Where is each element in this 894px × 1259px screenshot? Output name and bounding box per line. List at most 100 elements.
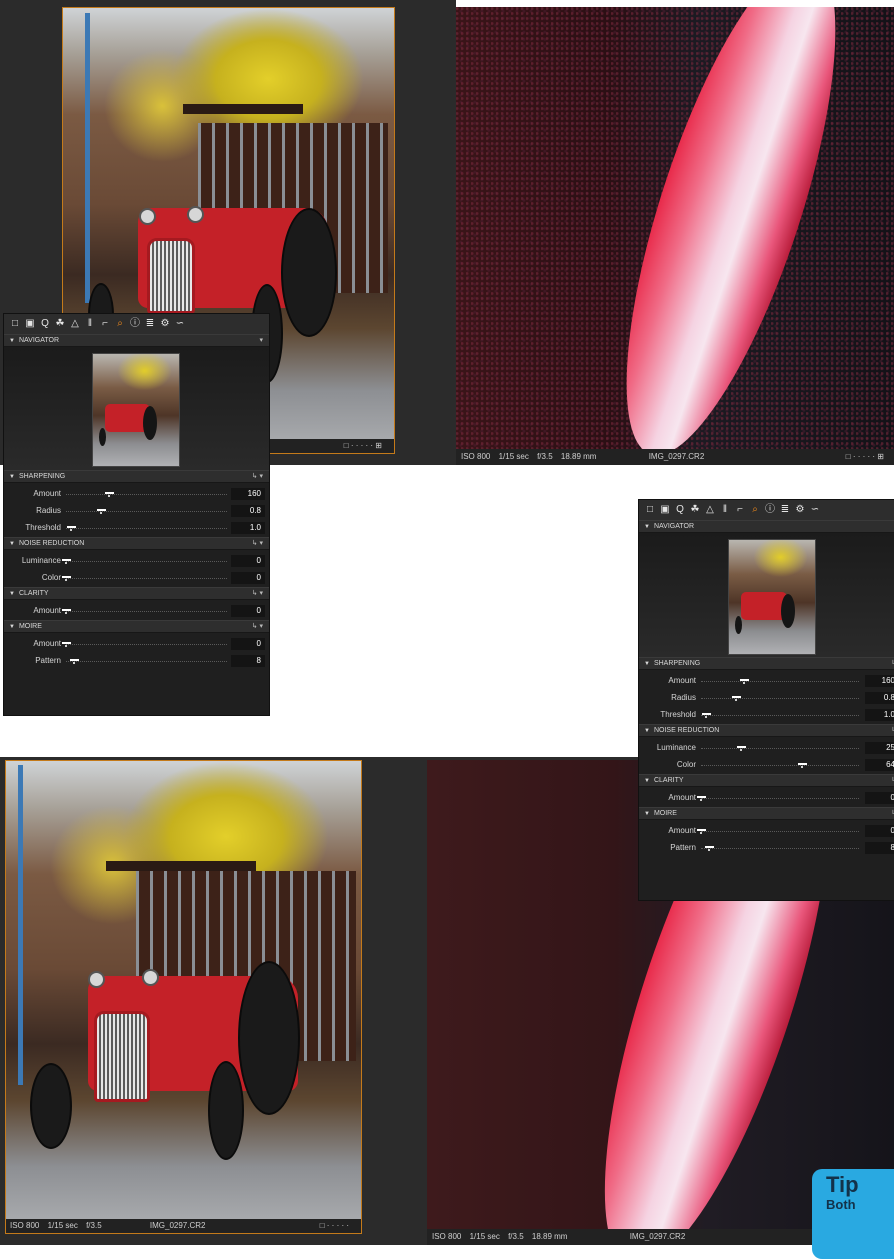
reset-icon[interactable]: ↳ ▾ (252, 471, 263, 482)
clarity-amount-slider[interactable] (697, 796, 859, 801)
slider-knob[interactable] (62, 642, 71, 647)
sharpening-header[interactable]: ▼ SHARPENING ↳ ▾ (4, 470, 269, 483)
search-icon[interactable]: Q (39, 318, 51, 330)
folder-icon[interactable]: □ (644, 504, 656, 516)
slider-knob[interactable] (697, 829, 706, 834)
lens-icon[interactable]: ‖ (84, 318, 96, 330)
zoom-status-dots[interactable]: □ · · · · · ⊞ (846, 449, 884, 465)
moire-amount-slider[interactable] (62, 642, 227, 647)
collapse-triangle-icon[interactable]: ▼ (9, 336, 15, 347)
collapse-triangle-icon[interactable]: ▼ (644, 522, 650, 533)
color-value-field[interactable]: 64 (865, 759, 894, 771)
navigator-thumbnail[interactable] (728, 539, 816, 655)
slider-knob[interactable] (105, 492, 115, 497)
moire-amount-slider[interactable] (697, 829, 859, 834)
moire-pattern-value-field[interactable]: 8 (231, 655, 265, 667)
info-icon[interactable]: ⓘ (129, 318, 141, 330)
collapse-triangle-icon[interactable]: ▼ (9, 472, 15, 483)
moire-amount-value-field[interactable]: 0 (231, 638, 265, 650)
clarity-header[interactable]: ▼CLARITY ↳ (639, 774, 894, 787)
moire-pattern-value-field[interactable]: 8 (865, 842, 894, 854)
metadata-icon[interactable]: ≣ (779, 504, 791, 516)
reset-icon[interactable]: ↳ ▾ (252, 588, 263, 599)
navigator-header[interactable]: ▼ NAVIGATOR (639, 520, 894, 533)
moire-pattern-slider[interactable] (66, 659, 227, 664)
slider-knob[interactable] (731, 696, 741, 701)
settings-icon[interactable]: ⚙ (159, 318, 171, 330)
moire-header[interactable]: ▼ MOIRE ↳ ▾ (4, 620, 269, 633)
clarity-amount-slider[interactable] (62, 609, 227, 614)
dropdown-arrow-icon[interactable]: ▾ (259, 335, 263, 346)
noise-reduction-header[interactable]: ▼NOISE REDUCTION ↳ (639, 724, 894, 737)
sharpening-header[interactable]: ▼SHARPENING ↳ (639, 657, 894, 670)
color-icon[interactable]: ☘ (689, 504, 701, 516)
info-icon[interactable]: ⓘ (764, 504, 776, 516)
exposure-icon[interactable]: △ (69, 318, 81, 330)
photo-status-dots[interactable]: □ · · · · · ⊞ (344, 441, 382, 450)
slider-knob[interactable] (739, 679, 749, 684)
slider-knob[interactable] (704, 846, 714, 851)
collapse-triangle-icon[interactable]: ▼ (9, 589, 15, 600)
amount-value-field[interactable]: 160 (865, 675, 894, 687)
exposure-icon[interactable]: △ (704, 504, 716, 516)
moire-pattern-slider[interactable] (701, 846, 859, 851)
slider-knob[interactable] (70, 659, 80, 664)
threshold-value-field[interactable]: 1.0 (865, 709, 894, 721)
luminance-value-field[interactable]: 0 (231, 555, 265, 567)
color-value-field[interactable]: 0 (231, 572, 265, 584)
color-slider[interactable] (62, 576, 227, 581)
noise-reduction-header[interactable]: ▼ NOISE REDUCTION ↳ ▾ (4, 537, 269, 550)
details-icon[interactable]: ⌕ (114, 318, 126, 330)
top-zoom-view[interactable]: ISO 800 1/15 sec f/3.5 18.89 mm IMG_0297… (456, 7, 894, 465)
slider-knob[interactable] (66, 526, 76, 531)
slider-knob[interactable] (697, 796, 706, 801)
slider-knob[interactable] (62, 576, 71, 581)
collapse-triangle-icon[interactable]: ▼ (644, 726, 650, 737)
slider-knob[interactable] (97, 509, 107, 514)
threshold-slider[interactable] (701, 713, 859, 718)
camera-icon[interactable]: ▣ (24, 318, 36, 330)
slider-knob[interactable] (798, 763, 808, 768)
folder-icon[interactable]: □ (9, 318, 21, 330)
collapse-triangle-icon[interactable]: ▼ (644, 776, 650, 787)
color-icon[interactable]: ☘ (54, 318, 66, 330)
slider-knob[interactable] (62, 609, 71, 614)
photo-status-dots[interactable]: □ · · · · · (320, 1219, 349, 1233)
luminance-value-field[interactable]: 25 (865, 742, 894, 754)
collapse-triangle-icon[interactable]: ▼ (9, 622, 15, 633)
amount-slider[interactable] (66, 492, 227, 497)
radius-slider[interactable] (701, 696, 859, 701)
collapse-triangle-icon[interactable]: ▼ (644, 809, 650, 820)
crop-icon[interactable]: ⌐ (734, 504, 746, 516)
camera-icon[interactable]: ▣ (659, 504, 671, 516)
color-slider[interactable] (701, 763, 859, 768)
clarity-header[interactable]: ▼ CLARITY ↳ ▾ (4, 587, 269, 600)
slider-knob[interactable] (701, 713, 711, 718)
bottom-main-photo[interactable]: ISO 800 1/15 sec f/3.5 IMG_0297.CR2 □ · … (5, 760, 362, 1234)
crop-icon[interactable]: ⌐ (99, 318, 111, 330)
collapse-triangle-icon[interactable]: ▼ (644, 659, 650, 670)
reset-icon[interactable]: ↳ ▾ (252, 621, 263, 632)
navigator-header[interactable]: ▼ NAVIGATOR ▾ (4, 334, 269, 347)
navigator-thumbnail[interactable] (92, 353, 180, 467)
collapse-triangle-icon[interactable]: ▼ (9, 539, 15, 550)
amount-value-field[interactable]: 160 (231, 488, 265, 500)
amount-slider[interactable] (701, 679, 859, 684)
luminance-slider[interactable] (701, 746, 859, 751)
settings-icon[interactable]: ⚙ (794, 504, 806, 516)
radius-value-field[interactable]: 0.8 (865, 692, 894, 704)
slider-knob[interactable] (736, 746, 746, 751)
batch-icon[interactable]: ∽ (809, 504, 821, 516)
clarity-value-field[interactable]: 0 (231, 605, 265, 617)
metadata-icon[interactable]: ≣ (144, 318, 156, 330)
details-icon[interactable]: ⌕ (749, 504, 761, 516)
clarity-value-field[interactable]: 0 (865, 792, 894, 804)
slider-knob[interactable] (62, 559, 71, 564)
radius-value-field[interactable]: 0.8 (231, 505, 265, 517)
batch-icon[interactable]: ∽ (174, 318, 186, 330)
moire-header[interactable]: ▼MOIRE ↳ (639, 807, 894, 820)
lens-icon[interactable]: ‖ (719, 504, 731, 516)
search-icon[interactable]: Q (674, 504, 686, 516)
threshold-value-field[interactable]: 1.0 (231, 522, 265, 534)
reset-icon[interactable]: ↳ ▾ (252, 538, 263, 549)
